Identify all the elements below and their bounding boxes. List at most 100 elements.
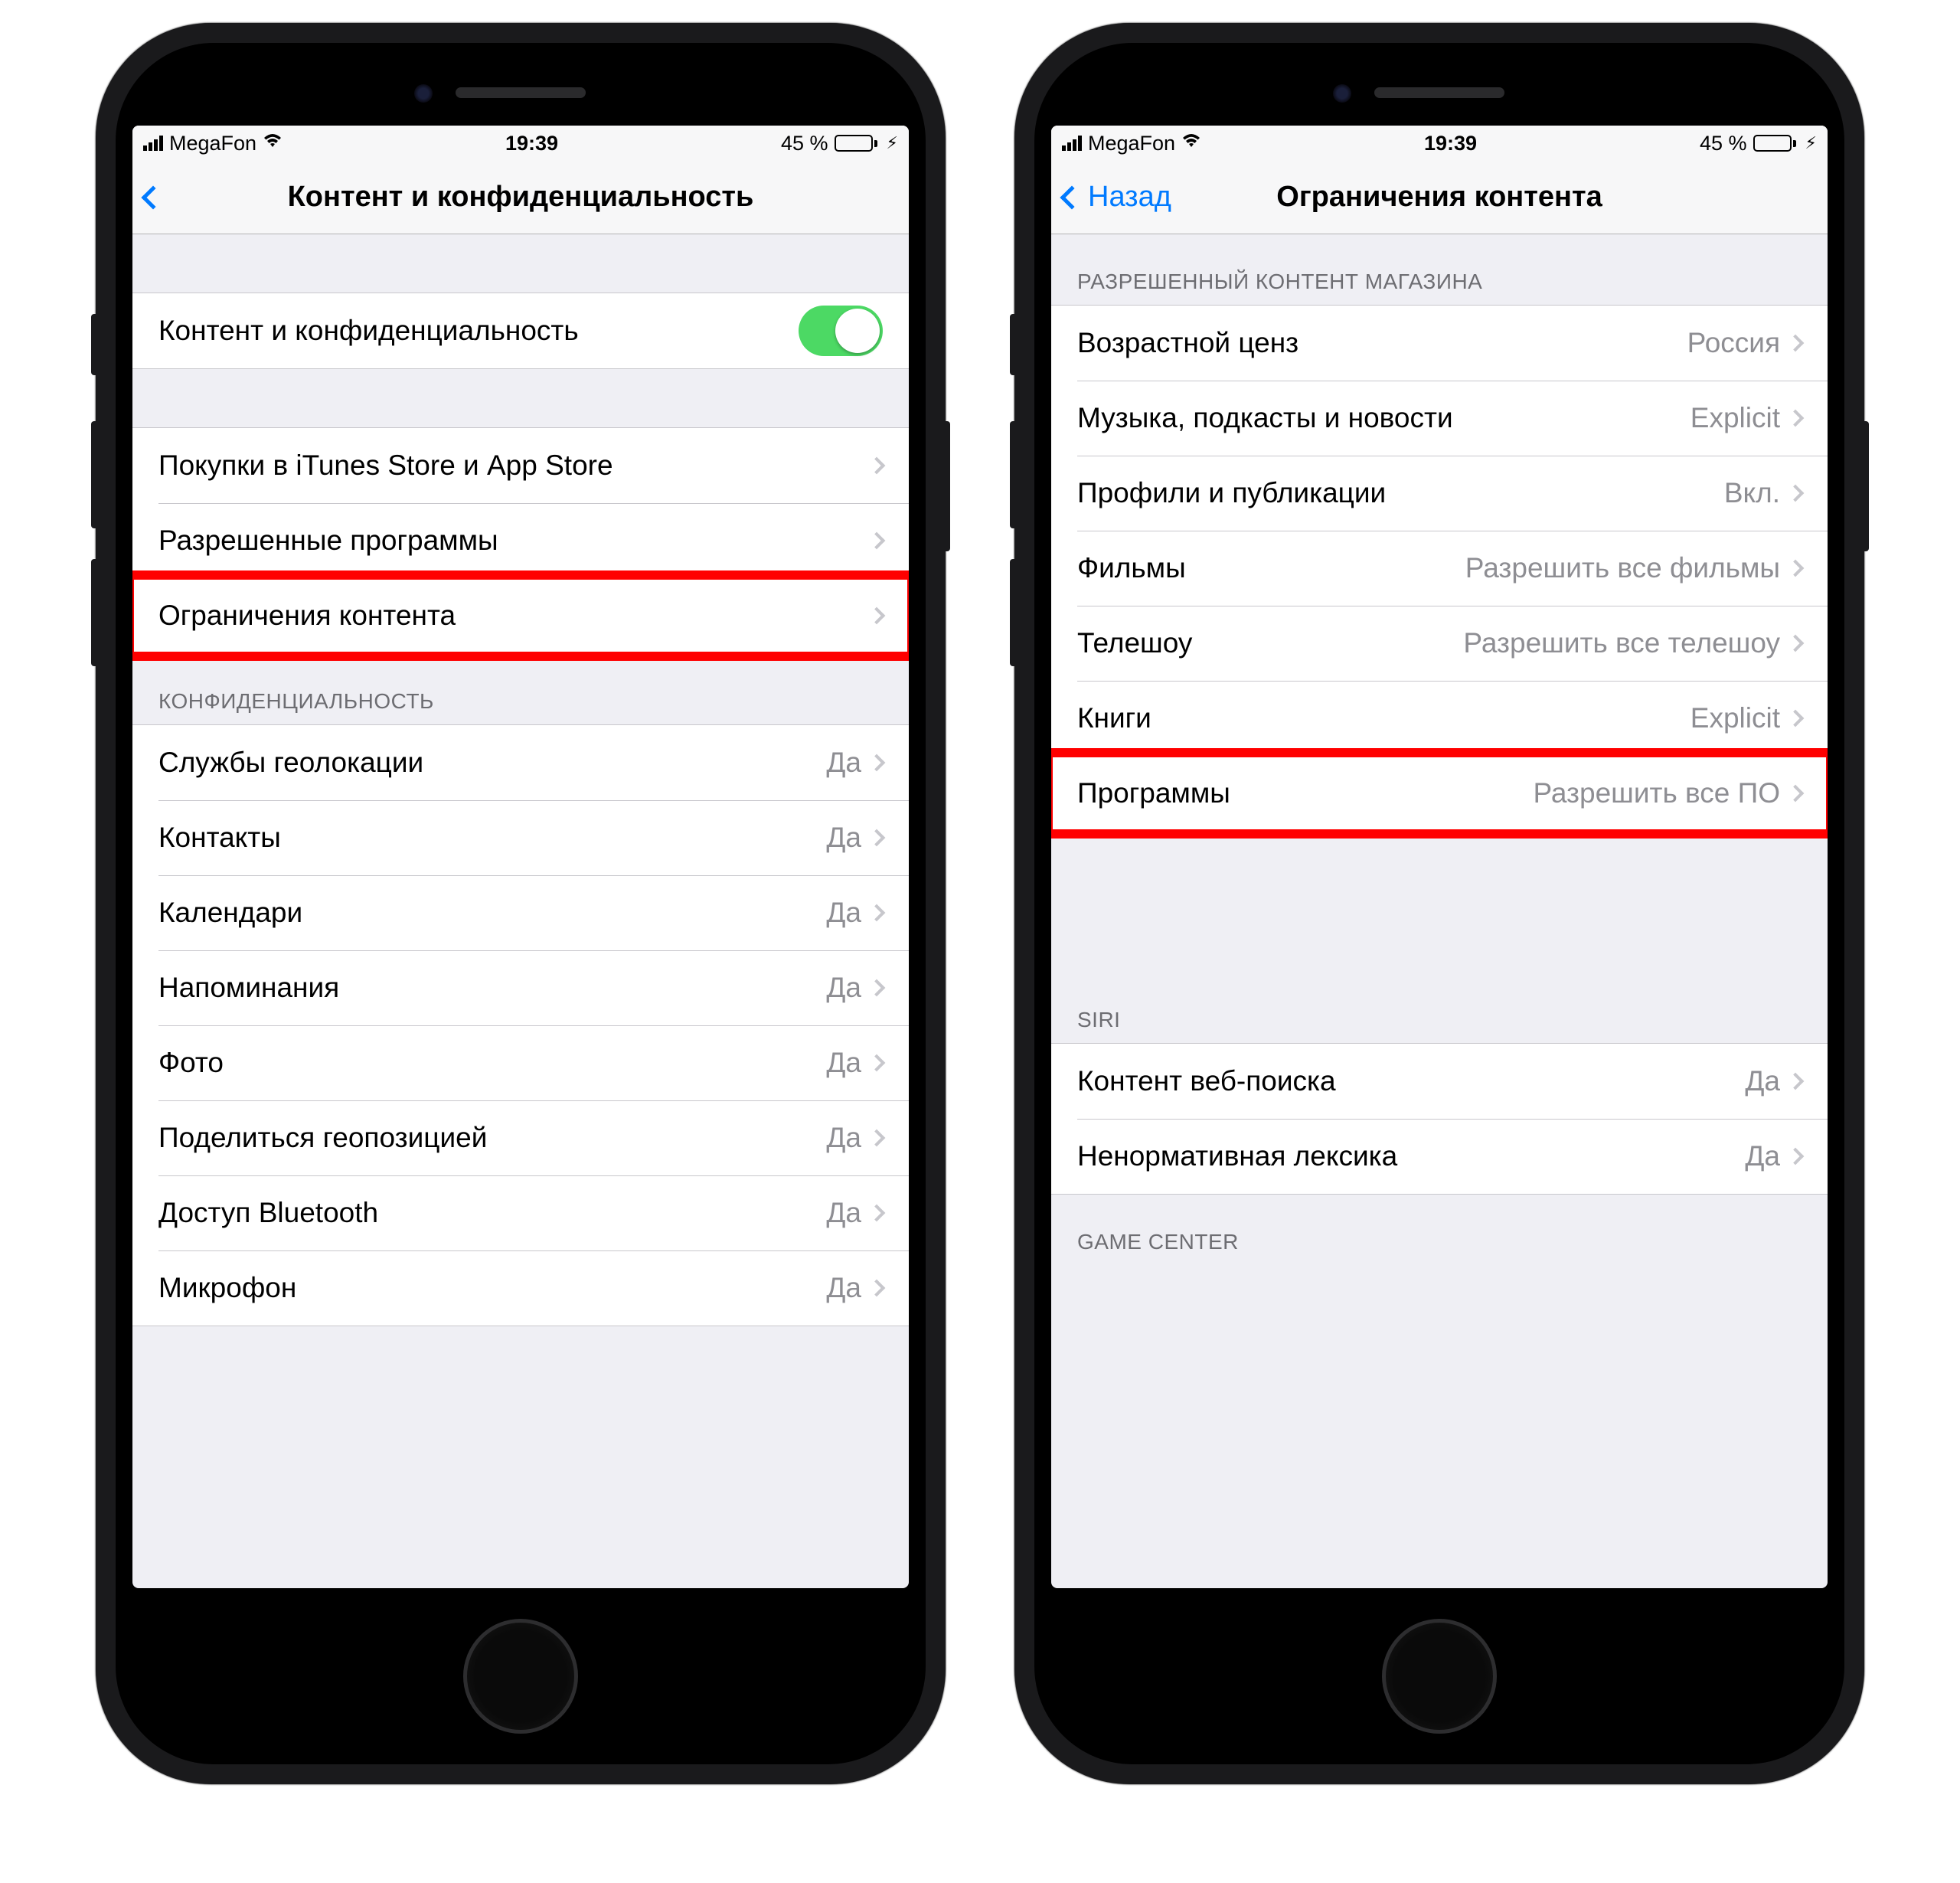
status-bar: MegaFon 19:39 45 % ⚡︎ — [132, 126, 909, 161]
back-button[interactable]: Назад — [1063, 181, 1171, 214]
cell-label: Музыка, подкасты и новости — [1077, 402, 1690, 434]
cell-value: Да — [826, 897, 861, 929]
chevron-right-icon — [1787, 335, 1805, 352]
charging-icon: ⚡︎ — [887, 133, 898, 153]
cell-value: Explicit — [1690, 402, 1780, 434]
cell-label: Покупки в iTunes Store и App Store — [158, 450, 871, 482]
content-privacy-toggle-row[interactable]: Контент и конфиденциальность — [132, 293, 909, 368]
carrier-label: MegaFon — [169, 132, 256, 155]
chevron-right-icon — [868, 532, 886, 550]
siri-row[interactable]: Ненормативная лексикаДа — [1051, 1119, 1828, 1194]
volume-down — [91, 559, 96, 666]
privacy-row[interactable]: ФотоДа — [132, 1025, 909, 1100]
cell-label: Профили и публикации — [1077, 477, 1724, 509]
cell-label: Доступ Bluetooth — [158, 1197, 826, 1229]
privacy-row[interactable]: МикрофонДа — [132, 1250, 909, 1326]
cell-value: Да — [826, 972, 861, 1004]
privacy-row[interactable]: КонтактыДа — [132, 800, 909, 875]
scroll-content[interactable]: РАЗРЕШЕННЫЙ КОНТЕНТ МАГАЗИНА Возрастной … — [1051, 234, 1828, 1588]
volume-up — [1010, 421, 1014, 528]
cell-label: Разрешенные программы — [158, 525, 871, 557]
volume-up — [91, 421, 96, 528]
chevron-right-icon — [1787, 710, 1805, 727]
privacy-row[interactable]: НапоминанияДа — [132, 950, 909, 1025]
cell-value: Да — [826, 1197, 861, 1229]
battery-percentage: 45 % — [1700, 132, 1747, 155]
scroll-content[interactable]: Контент и конфиденциальность Покупки в i… — [132, 234, 909, 1588]
itunes-appstore-purchases-row[interactable]: Покупки в iTunes Store и App Store — [132, 428, 909, 503]
privacy-row[interactable]: Поделиться геопозициейДа — [132, 1100, 909, 1175]
cell-label: Службы геолокации — [158, 747, 826, 779]
cell-value: Да — [826, 822, 861, 854]
cell-value: Разрешить все телешоу — [1463, 627, 1780, 659]
cell-label: Контакты — [158, 822, 826, 854]
cellular-signal-icon — [1062, 136, 1082, 151]
battery-icon — [1753, 135, 1796, 152]
chevron-right-icon — [1787, 635, 1805, 652]
cell-label: Ненормативная лексика — [1077, 1140, 1745, 1172]
cell-value: Да — [826, 1047, 861, 1079]
power-button — [1864, 421, 1869, 551]
chevron-right-icon — [868, 904, 886, 922]
cell-value: Да — [826, 1272, 861, 1304]
store-content-row[interactable]: Возрастной цензРоссия — [1051, 306, 1828, 381]
cell-value: Да — [826, 1122, 861, 1154]
privacy-row[interactable]: КалендариДа — [132, 875, 909, 950]
chevron-right-icon — [868, 607, 886, 625]
wifi-icon — [263, 132, 283, 154]
siri-row[interactable]: Контент веб-поискаДа — [1051, 1044, 1828, 1119]
store-content-section-header: РАЗРЕШЕННЫЙ КОНТЕНТ МАГАЗИНА — [1051, 234, 1828, 305]
store-content-row[interactable]: Музыка, подкасты и новостиExplicit — [1051, 381, 1828, 456]
content-restrictions-row[interactable]: Ограничения контента — [132, 578, 909, 653]
battery-icon — [835, 135, 877, 152]
cell-label: Контент и конфиденциальность — [158, 315, 799, 347]
cell-value: Да — [1745, 1140, 1780, 1172]
allowed-apps-row[interactable]: Разрешенные программы — [132, 503, 909, 578]
game-center-section-header: GAME CENTER — [1051, 1195, 1828, 1265]
store-content-row[interactable]: ФильмыРазрешить все фильмы — [1051, 531, 1828, 606]
status-bar: MegaFon 19:39 45 % ⚡︎ — [1051, 126, 1828, 161]
back-button[interactable] — [145, 189, 165, 206]
store-content-row[interactable]: Профили и публикацииВкл. — [1051, 456, 1828, 531]
front-camera — [414, 84, 433, 103]
cell-label: Календари — [158, 897, 826, 929]
back-label: Назад — [1088, 181, 1171, 214]
clock: 19:39 — [1424, 132, 1477, 155]
cell-label: Возрастной ценз — [1077, 327, 1687, 359]
toggle-switch[interactable] — [799, 306, 883, 356]
store-content-row[interactable]: ТелешоуРазрешить все телешоу — [1051, 606, 1828, 681]
home-button[interactable] — [1382, 1619, 1497, 1734]
earpiece-speaker — [456, 87, 586, 98]
chevron-right-icon — [1787, 560, 1805, 577]
chevron-right-icon — [868, 1205, 886, 1222]
chevron-left-icon — [1060, 185, 1083, 209]
home-button[interactable] — [463, 1619, 578, 1734]
cell-label: Программы — [1077, 777, 1533, 809]
volume-down — [1010, 559, 1014, 666]
cell-label: Телешоу — [1077, 627, 1463, 659]
power-button — [946, 421, 950, 551]
mute-switch — [91, 314, 96, 375]
cell-label: Книги — [1077, 702, 1690, 734]
privacy-row[interactable]: Доступ BluetoothДа — [132, 1175, 909, 1250]
store-content-row[interactable]: КнигиExplicit — [1051, 681, 1828, 756]
clock: 19:39 — [505, 132, 558, 155]
earpiece-speaker — [1374, 87, 1504, 98]
navigation-bar: Контент и конфиденциальность — [132, 161, 909, 234]
cell-value: Разрешить все фильмы — [1465, 552, 1780, 584]
chevron-right-icon — [868, 1280, 886, 1297]
chevron-right-icon — [1787, 410, 1805, 427]
privacy-row[interactable]: Службы геолокацииДа — [132, 725, 909, 800]
screen-right: MegaFon 19:39 45 % ⚡︎ Назад — [1051, 126, 1828, 1588]
cell-label: Фильмы — [1077, 552, 1465, 584]
chevron-right-icon — [1787, 1148, 1805, 1165]
cell-value: Explicit — [1690, 702, 1780, 734]
chevron-right-icon — [868, 979, 886, 997]
store-content-row[interactable]: ПрограммыРазрешить все ПО — [1051, 756, 1828, 831]
chevron-right-icon — [868, 457, 886, 475]
cell-value: Да — [826, 747, 861, 779]
chevron-right-icon — [868, 1054, 886, 1072]
page-title: Контент и конфиденциальность — [132, 181, 909, 214]
battery-percentage: 45 % — [781, 132, 828, 155]
cell-value: Вкл. — [1724, 477, 1780, 509]
